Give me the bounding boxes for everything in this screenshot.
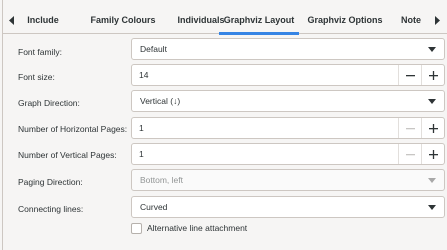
alternative-line-attachment-row[interactable]: Alternative line attachment xyxy=(131,221,247,235)
font-size-spinner[interactable]: 14 xyxy=(131,64,445,86)
tab-bar: Include Family Colours Individuals Graph… xyxy=(3,6,447,35)
left-edge-divider xyxy=(2,0,3,250)
tab-note[interactable]: Note xyxy=(397,6,425,34)
tab-graphviz-options[interactable]: Graphviz Options xyxy=(303,6,387,34)
font-size-label: Font size: xyxy=(18,72,55,82)
tab-note-label: Note xyxy=(401,15,421,25)
paging-direction-label: Paging Direction: xyxy=(18,177,83,187)
font-size-decrease-button[interactable] xyxy=(399,65,421,85)
graph-direction-label: Graph Direction: xyxy=(18,98,80,108)
minus-icon xyxy=(405,127,415,129)
graph-direction-combo[interactable]: Vertical (↓) xyxy=(131,90,445,112)
vertical-pages-decrease-button[interactable] xyxy=(399,144,421,164)
horizontal-pages-increase-button[interactable] xyxy=(422,118,444,138)
scroll-tabs-left-icon[interactable] xyxy=(7,14,17,26)
tab-include-label: Include xyxy=(27,15,59,25)
chevron-down-icon xyxy=(428,205,436,210)
vertical-pages-label: Number of Vertical Pages: xyxy=(18,150,117,160)
connecting-lines-label: Connecting lines: xyxy=(18,204,84,214)
horizontal-pages-decrease-button[interactable] xyxy=(399,118,421,138)
chevron-down-icon xyxy=(428,47,436,52)
tab-individuals-label: Individuals xyxy=(177,15,225,25)
paging-direction-combo[interactable]: Bottom, left xyxy=(131,169,445,191)
tab-family-colours[interactable]: Family Colours xyxy=(81,6,165,34)
alternative-line-attachment-label: Alternative line attachment xyxy=(147,223,248,233)
connecting-lines-value: Curved xyxy=(140,202,168,212)
chevron-down-icon xyxy=(428,99,436,104)
scroll-tabs-right-icon[interactable] xyxy=(432,14,442,26)
horizontal-pages-label: Number of Horizontal Pages: xyxy=(18,124,128,134)
plus-icon xyxy=(428,149,438,159)
font-size-value: 14 xyxy=(139,70,149,80)
font-size-increase-button[interactable] xyxy=(422,65,444,85)
vertical-pages-spinner[interactable]: 1 xyxy=(131,143,445,165)
minus-icon xyxy=(405,153,415,155)
report-options-dialog: Include Family Colours Individuals Graph… xyxy=(0,0,447,250)
tab-family-colours-label: Family Colours xyxy=(90,15,156,25)
font-family-combo[interactable]: Default xyxy=(131,38,445,60)
plus-icon xyxy=(428,70,438,80)
horizontal-pages-spinner[interactable]: 1 xyxy=(131,117,445,139)
tab-graphviz-options-label: Graphviz Options xyxy=(307,15,383,25)
tab-graphviz-layout[interactable]: Graphviz Layout xyxy=(219,6,299,35)
paging-direction-value: Bottom, left xyxy=(140,175,183,185)
connecting-lines-combo[interactable]: Curved xyxy=(131,196,445,218)
graphviz-layout-panel: Font family: Default Font size: 14 Graph… xyxy=(5,35,445,248)
vertical-pages-value: 1 xyxy=(139,149,144,159)
alternative-line-attachment-checkbox[interactable] xyxy=(131,222,142,234)
vertical-pages-increase-button[interactable] xyxy=(422,144,444,164)
tab-graphviz-layout-label: Graphviz Layout xyxy=(223,15,295,25)
minus-icon xyxy=(405,74,415,76)
graph-direction-value: Vertical (↓) xyxy=(140,96,181,106)
font-family-label: Font family: xyxy=(18,47,62,57)
chevron-down-icon xyxy=(428,178,436,183)
font-family-value: Default xyxy=(140,44,167,54)
plus-icon xyxy=(428,123,438,133)
horizontal-pages-value: 1 xyxy=(139,123,144,133)
tab-include[interactable]: Include xyxy=(21,6,65,34)
